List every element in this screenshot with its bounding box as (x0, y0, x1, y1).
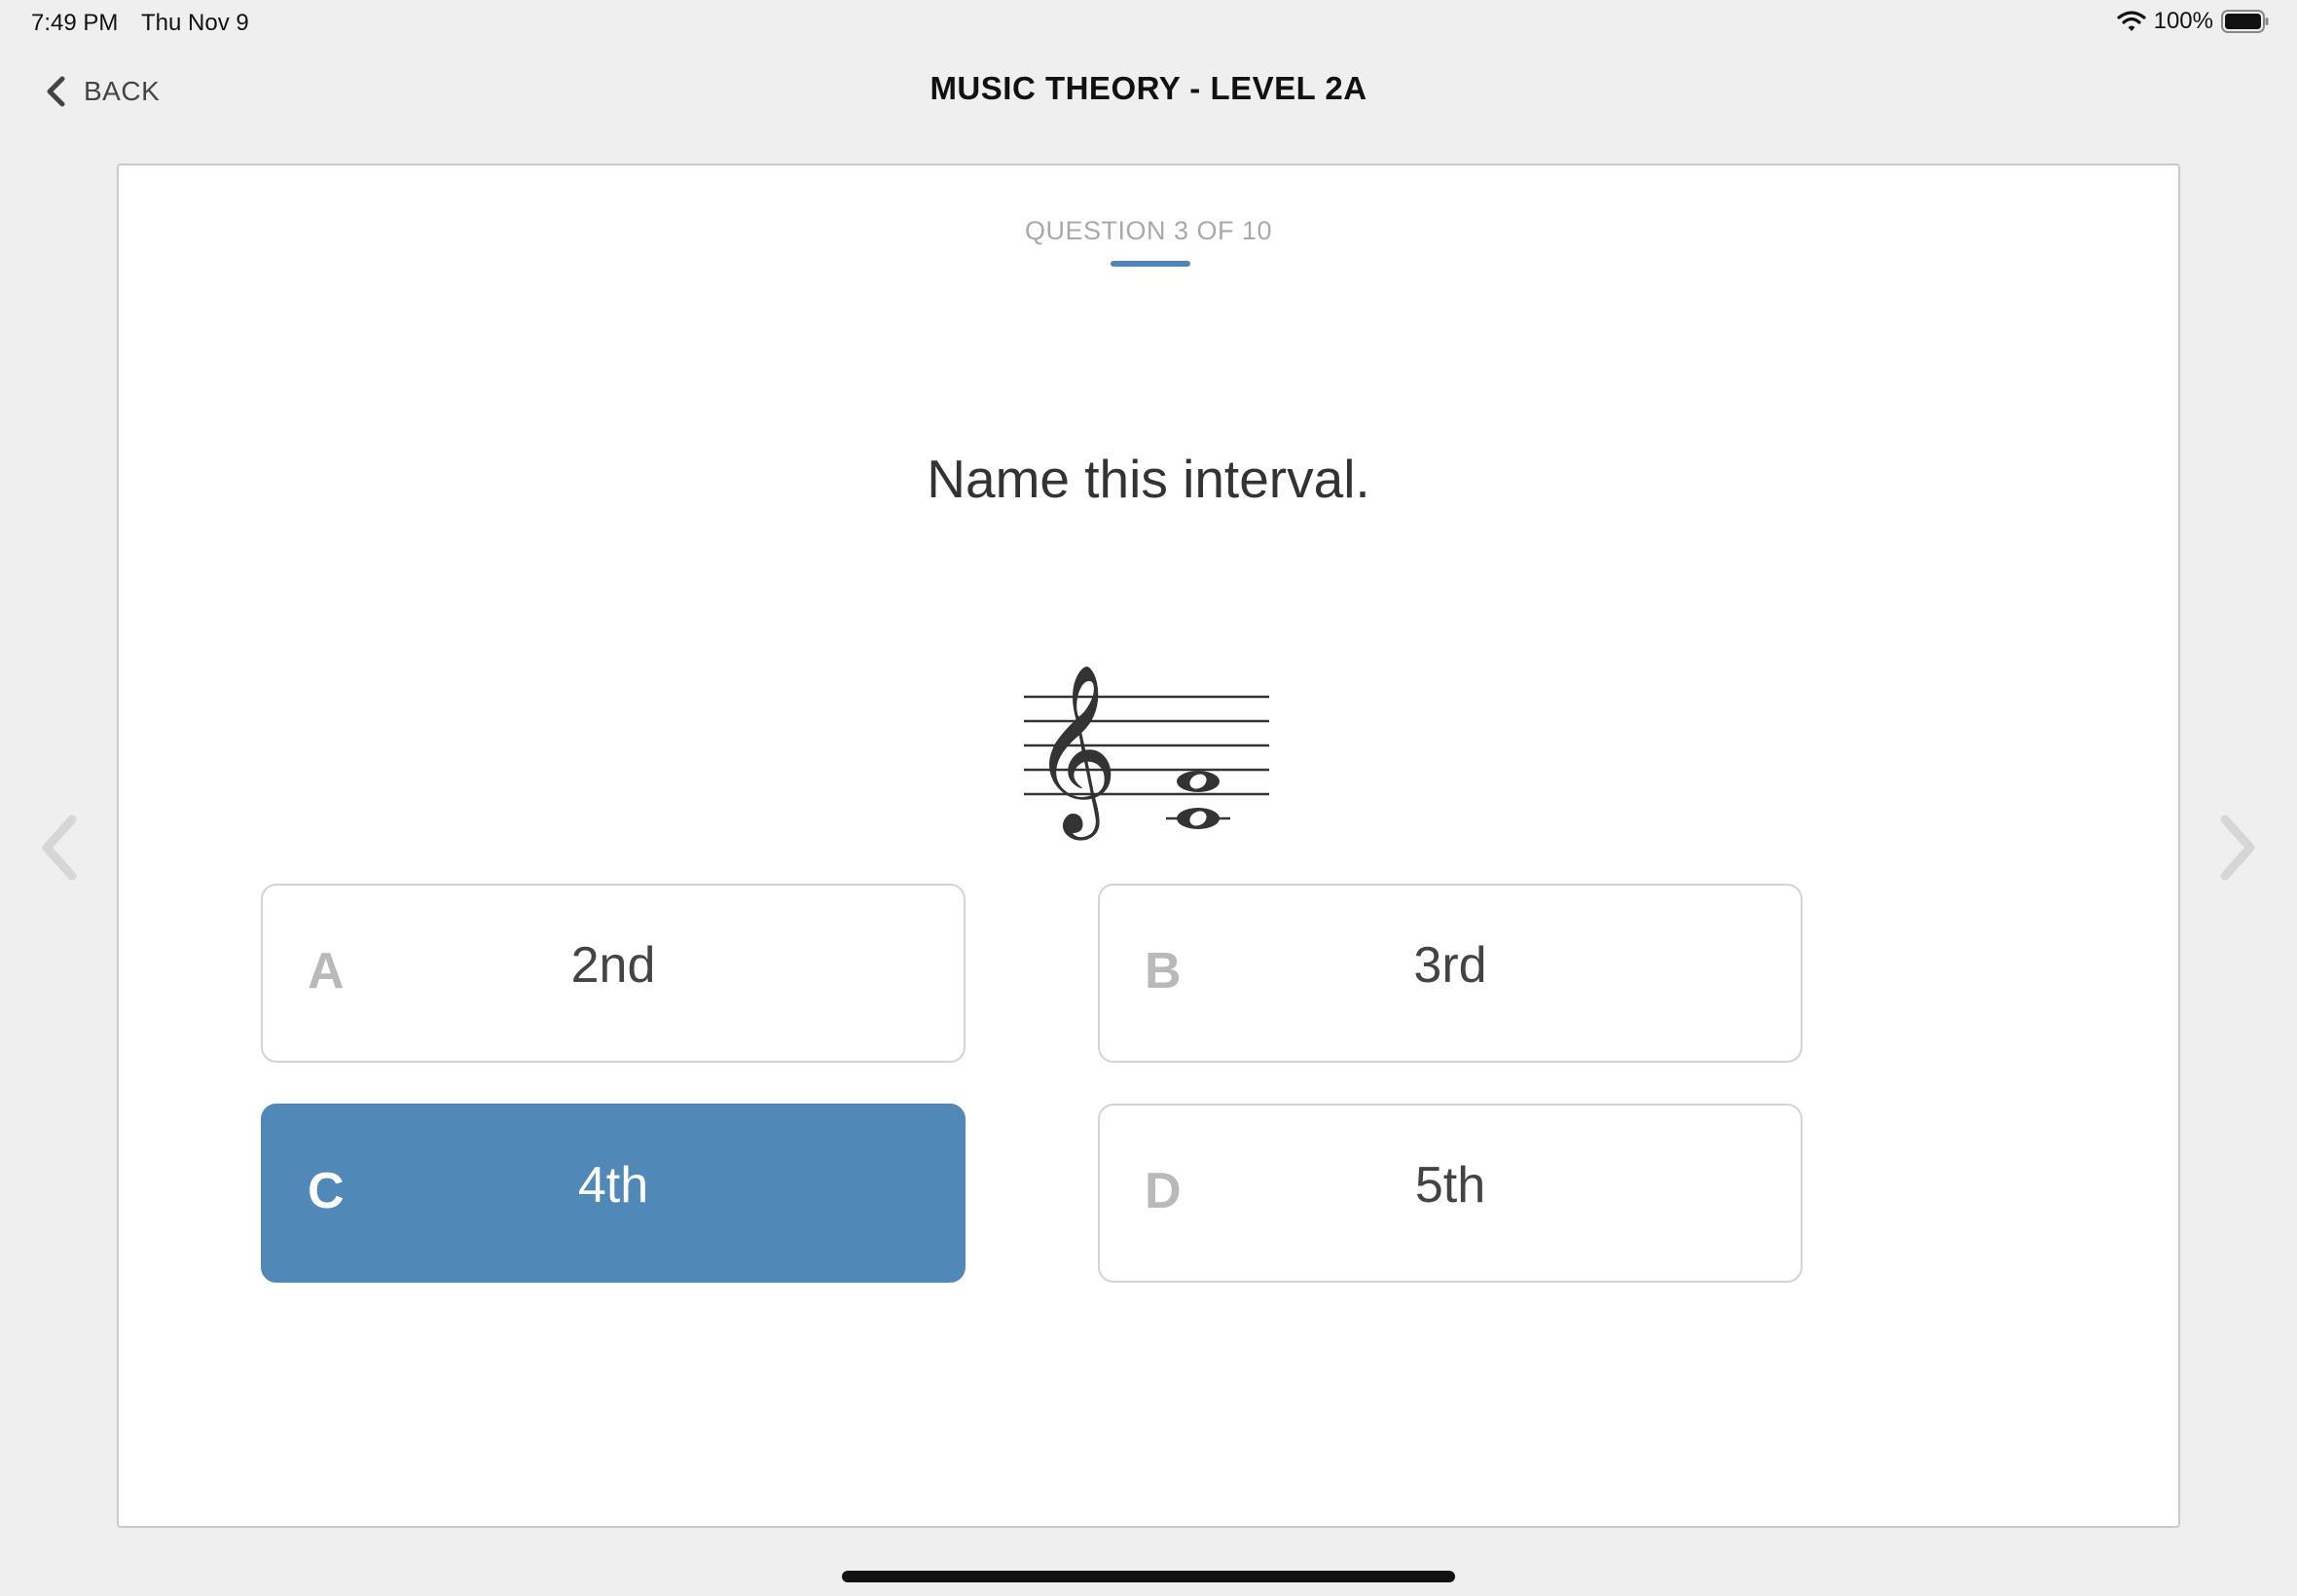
answer-label: 5th (1414, 1157, 1486, 1214)
music-staff: 𝄞 (1024, 652, 1287, 847)
wifi-icon (2117, 10, 2146, 33)
home-indicator[interactable] (842, 1571, 1455, 1582)
answer-label: 2nd (570, 937, 656, 994)
status-indicators: 100% (2117, 8, 2270, 35)
question-text: Name this interval. (927, 449, 1370, 509)
battery-percentage: 100% (2153, 8, 2213, 34)
previous-question-arrow-icon[interactable] (37, 814, 80, 882)
answer-option-d[interactable]: D 5th (1098, 1104, 1803, 1283)
counter-underline (1111, 261, 1190, 267)
status-date: Thu Nov 9 (141, 10, 249, 36)
answer-label: 4th (577, 1157, 649, 1214)
next-question-arrow-icon[interactable] (2217, 814, 2260, 882)
treble-clef-icon: 𝄞 (1032, 664, 1118, 841)
battery-icon (2221, 9, 2270, 34)
whole-note-middle-c (1177, 808, 1220, 829)
question-card: QUESTION 3 OF 10 Name this interval. 𝄞 (117, 163, 2180, 1528)
status-bar: 7:49 PM Thu Nov 9 100% (0, 0, 2297, 47)
page-title: MUSIC THEORY - LEVEL 2A (930, 70, 1367, 106)
answer-option-c[interactable]: C 4th (261, 1104, 966, 1283)
quiz-screen: 7:49 PM Thu Nov 9 100% BACK MUSIC THEORY… (0, 0, 2297, 1596)
question-counter: QUESTION 3 OF 10 (1024, 216, 1273, 245)
status-time: 7:49 PM (31, 10, 119, 36)
answer-option-b[interactable]: B 3rd (1098, 884, 1803, 1063)
answer-option-a[interactable]: A 2nd (261, 884, 966, 1063)
answer-label: 3rd (1413, 937, 1487, 994)
whole-note-f (1177, 771, 1220, 792)
